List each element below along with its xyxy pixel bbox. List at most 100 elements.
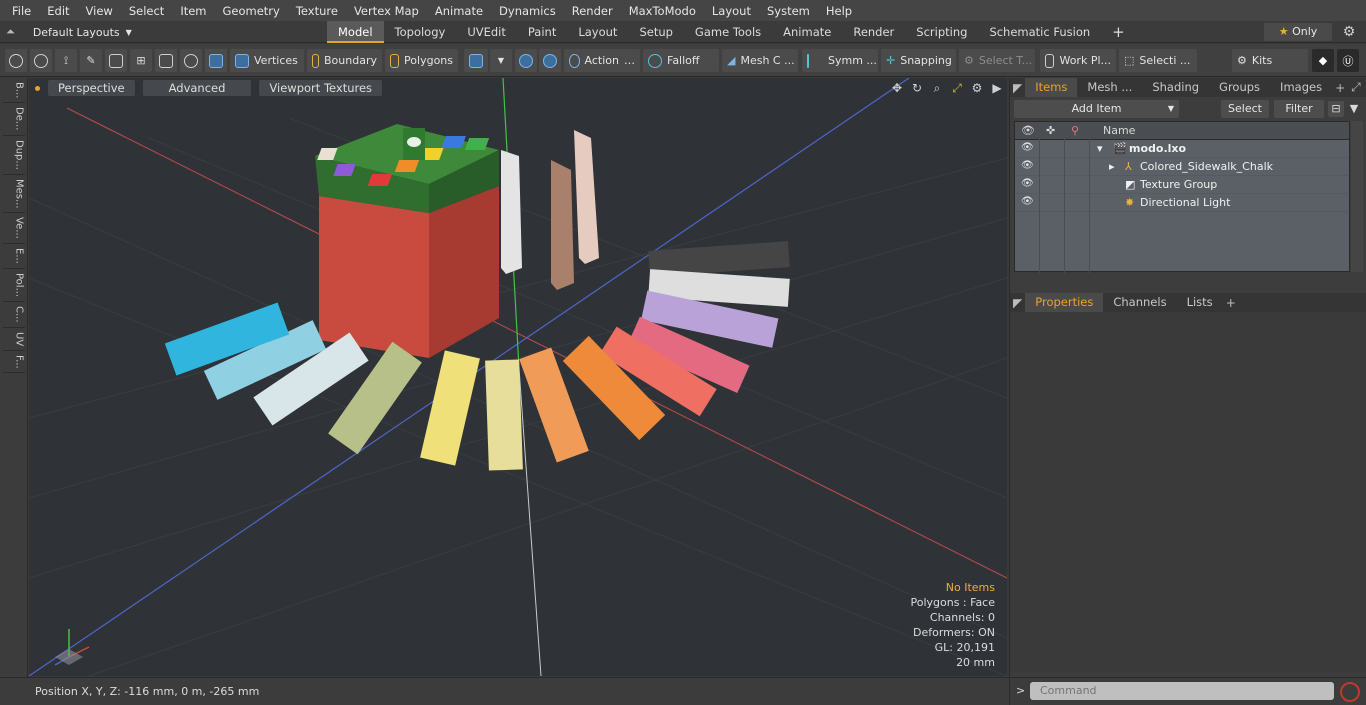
polygons-button[interactable]: Polygons [385, 49, 458, 72]
pivot-button[interactable] [180, 49, 202, 72]
palette-tab-mesh-edit[interactable]: Mes... [2, 175, 25, 214]
add-item-button[interactable]: Add Item ▼ [1014, 100, 1179, 118]
zoom-icon[interactable]: ⌕ [929, 80, 945, 96]
expand-arrow-icon[interactable]: ⏶ [6, 25, 15, 39]
funnel-icon[interactable]: ▼ [1346, 101, 1362, 117]
align-button[interactable] [105, 49, 127, 72]
layout-preset-dropdown[interactable]: ⏶ Default Layouts ▼ [6, 24, 132, 40]
name-column-header[interactable]: Name [1103, 124, 1135, 137]
item-list-scrollbar[interactable] [1351, 121, 1363, 272]
item-row-mesh[interactable]: 👁 ▸ ⅄ Colored_Sidewalk_Chalk [1015, 158, 1349, 176]
symmetry-button[interactable]: Symm ... [802, 49, 878, 72]
tab-render[interactable]: Render [842, 21, 905, 43]
menu-texture[interactable]: Texture [288, 4, 346, 18]
menu-file[interactable]: File [4, 4, 39, 18]
tab-channels[interactable]: Channels [1103, 293, 1176, 312]
play-arrow-icon[interactable]: ▶ [989, 80, 1005, 96]
visibility-column-icon[interactable]: 👁 [1021, 124, 1035, 137]
item-row-texture-group[interactable]: 👁 ◩ Texture Group [1015, 176, 1349, 194]
tab-schematic-fusion[interactable]: Schematic Fusion [978, 21, 1101, 43]
tree-expand-icon[interactable]: ▸ [1109, 160, 1115, 173]
tab-setup[interactable]: Setup [628, 21, 683, 43]
center-button[interactable]: ⊞ [130, 49, 152, 72]
tab-items[interactable]: Items [1025, 78, 1078, 97]
shield-alt-button[interactable] [539, 49, 561, 72]
unreal-button[interactable]: Ⓤ [1337, 49, 1359, 72]
brush-button[interactable]: ✎ [80, 49, 102, 72]
eye-icon[interactable]: 👁 [1021, 196, 1034, 208]
tab-layout[interactable]: Layout [567, 21, 628, 43]
palette-tab-vertex[interactable]: Ve... [2, 213, 25, 245]
menu-render[interactable]: Render [564, 4, 621, 18]
menu-geometry[interactable]: Geometry [215, 4, 288, 18]
eye-icon[interactable]: 👁 [1021, 160, 1034, 172]
action-center-button[interactable]: Action… [564, 49, 640, 72]
tab-scripting[interactable]: Scripting [905, 21, 978, 43]
menu-maxtomodo[interactable]: MaxToModo [621, 4, 704, 18]
selection-sets-button[interactable]: ⬚ Selecti ... [1119, 49, 1197, 72]
palette-tab-uv[interactable]: UV [2, 328, 25, 351]
3d-viewport[interactable]: Perspective Advanced Viewport Textures ✥… [29, 78, 1007, 676]
menu-edit[interactable]: Edit [39, 4, 77, 18]
tab-mesh[interactable]: Mesh ... [1077, 78, 1142, 97]
collapse-icon[interactable]: ⊟ [1328, 101, 1344, 117]
viewport-textures-dropdown[interactable]: Viewport Textures [259, 80, 383, 96]
tab-shading[interactable]: Shading [1142, 78, 1209, 97]
mesh-constraint-button[interactable]: ◢ Mesh C ... [722, 49, 798, 72]
menu-item[interactable]: Item [172, 4, 214, 18]
kits-button[interactable]: ⚙ Kits [1232, 49, 1308, 72]
item-mode-button[interactable] [205, 49, 227, 72]
shield-button[interactable] [515, 49, 537, 72]
render-column-icon[interactable]: ⚲ [1071, 124, 1079, 137]
palette-tab-polygon[interactable]: Pol... [2, 269, 25, 302]
add-panel-tab-icon[interactable]: + [1332, 81, 1348, 95]
boundary-button[interactable]: Boundary [307, 49, 382, 72]
panel-menu-icon[interactable]: ◤ [1010, 296, 1025, 310]
filter-button[interactable]: Filter [1274, 100, 1324, 118]
material-mode-button[interactable] [464, 49, 488, 72]
viewport-gear-icon[interactable]: ⚙ [969, 80, 985, 96]
menu-animate[interactable]: Animate [427, 4, 491, 18]
palette-tab-deform[interactable]: De... [2, 103, 25, 136]
select-button[interactable]: Select [1221, 100, 1269, 118]
select-circle-button[interactable] [5, 49, 27, 72]
tree-collapse-icon[interactable]: ▾ [1097, 142, 1103, 155]
gear-icon[interactable]: ⚙ [1340, 23, 1358, 41]
command-input[interactable] [1030, 682, 1334, 700]
advanced-shading-dropdown[interactable]: Advanced [142, 80, 252, 96]
work-plane-button[interactable]: Work Pl... [1040, 49, 1116, 72]
palette-tab-basic[interactable]: B... [2, 78, 25, 104]
record-button[interactable] [1340, 682, 1360, 702]
view-mode-dropdown[interactable]: Perspective [48, 80, 135, 96]
vertices-button[interactable]: Vertices [230, 49, 304, 72]
palette-tab-edge[interactable]: E... [2, 244, 25, 269]
globe-button[interactable] [30, 49, 52, 72]
tab-paint[interactable]: Paint [517, 21, 567, 43]
panel-menu-icon[interactable]: ◤ [1010, 81, 1025, 95]
only-toggle-button[interactable]: ★ Only [1264, 23, 1332, 41]
panel-expand-icon[interactable]: ⤢ [1348, 80, 1364, 95]
tab-properties[interactable]: Properties [1025, 293, 1104, 312]
palette-tab-duplicate[interactable]: Dup... [2, 136, 25, 175]
tab-groups[interactable]: Groups [1209, 78, 1270, 97]
eye-icon[interactable]: 👁 [1021, 178, 1034, 190]
falloff-button[interactable]: Falloff [643, 49, 719, 72]
maximize-icon[interactable]: ⤢ [949, 80, 965, 96]
palette-tab-curve[interactable]: C... [2, 302, 25, 328]
tab-topology[interactable]: Topology [384, 21, 457, 43]
unity-button[interactable]: ◆ [1312, 49, 1334, 72]
select-through-button[interactable]: ⚙ Select T... [959, 49, 1035, 72]
add-tab-icon[interactable]: + [1101, 21, 1136, 43]
tab-uvedit[interactable]: UVEdit [456, 21, 517, 43]
pan-icon[interactable]: ✥ [889, 80, 905, 96]
lock-column-icon[interactable]: ✜ [1046, 124, 1055, 137]
menu-dynamics[interactable]: Dynamics [491, 4, 564, 18]
tab-model[interactable]: Model [327, 21, 384, 43]
snapping-button[interactable]: ✛ Snapping [881, 49, 956, 72]
menu-select[interactable]: Select [121, 4, 172, 18]
item-row-light[interactable]: 👁 ✸ Directional Light [1015, 194, 1349, 212]
palette-tab-fusion[interactable]: F... [2, 351, 25, 374]
lasso-button[interactable]: ⟟ [55, 49, 77, 72]
tab-images[interactable]: Images [1270, 78, 1332, 97]
rotate-icon[interactable]: ↻ [909, 80, 925, 96]
